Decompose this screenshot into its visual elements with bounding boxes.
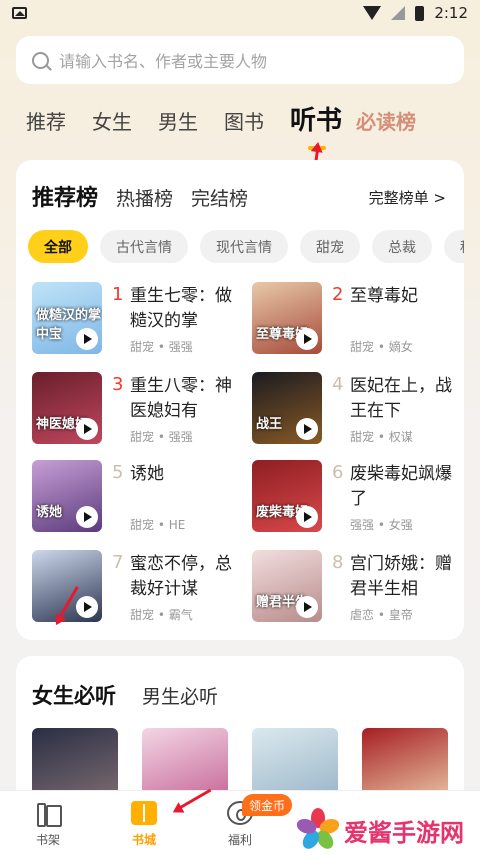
book-rank: 4 <box>332 374 344 395</box>
book-cover[interactable]: 神医媳妇 <box>32 372 102 444</box>
collect-coins-badge[interactable]: 领金币 <box>242 794 293 816</box>
book-cover-text: 战王 <box>256 417 283 432</box>
ranking-book-item[interactable]: 至尊毒妃 2 至尊毒妃甜宠 • 嫡女 <box>252 282 462 356</box>
book-tags: 甜宠 • 强强 <box>130 430 193 444</box>
play-icon[interactable] <box>296 328 318 350</box>
nav-bookshelf-label: 书架 <box>35 833 60 847</box>
search-bar[interactable]: 请输入书名、作者或主要人物 <box>16 36 464 84</box>
book-cover[interactable]: 诱她 <box>32 460 102 532</box>
book-cover[interactable] <box>32 728 118 798</box>
book-cover[interactable]: 做糙汉的掌中宝 <box>32 282 102 354</box>
book-tags: 甜宠 • 嫡女 <box>350 340 413 354</box>
tab-male[interactable]: 男生 <box>158 106 198 135</box>
book-tags: 甜宠 • 强强 <box>130 340 193 354</box>
pinwheel-logo-icon <box>294 808 342 852</box>
tab-hot-rank[interactable]: 热播榜 <box>116 184 173 211</box>
book-rank: 2 <box>332 284 344 305</box>
watermark: 爱酱手游网 <box>294 808 480 852</box>
book-cover[interactable] <box>32 550 102 622</box>
tab-finished-rank[interactable]: 完结榜 <box>191 184 248 211</box>
play-icon[interactable] <box>296 596 318 618</box>
play-icon[interactable] <box>76 506 98 528</box>
battery-icon <box>415 5 425 21</box>
nav-bookshelf[interactable]: 书架 <box>18 801 78 848</box>
signal-icon <box>391 6 406 20</box>
tab-audiobook[interactable]: 听书 <box>290 100 342 137</box>
ranking-book-item[interactable]: 赠君半生 8 宫门娇娥：赠君半生相虐恋 • 皇帝 <box>252 550 462 624</box>
book-title: 重生七零：做糙汉的掌 <box>130 286 232 331</box>
status-time: 2:12 <box>434 4 468 22</box>
tab-female[interactable]: 女生 <box>92 106 132 135</box>
nav-bookstore-label: 书城 <box>131 833 156 847</box>
ranking-book-item[interactable]: 诱她 5 诱她甜宠 • HE <box>32 460 242 534</box>
ranking-book-item[interactable]: 废柴毒妃 6 废柴毒妃飒爆了强强 • 女强 <box>252 460 462 534</box>
book-rank: 6 <box>332 462 344 483</box>
book-cover[interactable] <box>362 728 448 798</box>
book-cover[interactable]: 战王 <box>252 372 322 444</box>
book-cover[interactable]: 至尊毒妃 <box>252 282 322 354</box>
book-title: 废柴毒妃飒爆了 <box>350 464 452 509</box>
book-tags: 甜宠 • 权谋 <box>350 430 413 444</box>
chip-modern-romance[interactable]: 现代言情 <box>200 230 288 263</box>
chip-all[interactable]: 全部 <box>28 230 88 263</box>
book-rank: 1 <box>112 284 124 305</box>
book-cover[interactable]: 废柴毒妃 <box>252 460 322 532</box>
chip-ceo[interactable]: 总裁 <box>372 230 432 263</box>
book-cover[interactable] <box>142 728 228 798</box>
tab-female-must-listen[interactable]: 女生必听 <box>32 680 116 710</box>
play-icon[interactable] <box>76 596 98 618</box>
play-icon[interactable] <box>76 418 98 440</box>
book-title: 医妃在上，战王在下 <box>350 376 452 421</box>
ranking-book-item[interactable]: 神医媳妇 3 重生八零：神医媳妇有甜宠 • 强强 <box>32 372 242 446</box>
book-rank: 3 <box>112 374 124 395</box>
play-icon[interactable] <box>76 328 98 350</box>
chip-sweet[interactable]: 甜宠 <box>300 230 360 263</box>
book-rank: 7 <box>112 552 124 573</box>
book-tags: 甜宠 • HE <box>130 518 186 532</box>
book-title: 宫门娇娥：赠君半生相 <box>350 554 452 599</box>
search-icon <box>32 51 49 69</box>
book-title: 重生八零：神医媳妇有 <box>130 376 232 421</box>
watermark-text: 爱酱手游网 <box>344 818 464 847</box>
book-tags: 甜宠 • 霸气 <box>130 608 193 622</box>
chip-farming[interactable]: 种田 <box>444 230 464 263</box>
book-cover[interactable]: 赠君半生 <box>252 550 322 622</box>
ranking-card: 推荐榜 热播榜 完结榜 完整榜单 > 全部 古代言情 现代言情 甜宠 总裁 种田… <box>16 160 464 640</box>
tab-must-read[interactable]: 必读榜 <box>356 106 416 135</box>
play-icon[interactable] <box>296 506 318 528</box>
full-ranking-link[interactable]: 完整榜单 > <box>369 187 446 208</box>
book-title: 诱她 <box>130 464 164 484</box>
ranking-book-item[interactable]: 战王 4 医妃在上，战王在下甜宠 • 权谋 <box>252 372 462 446</box>
play-icon[interactable] <box>296 418 318 440</box>
search-placeholder: 请输入书名、作者或主要人物 <box>59 52 268 71</box>
book-cover-text: 诱她 <box>36 505 63 520</box>
ranking-book-item[interactable]: 做糙汉的掌中宝 1 重生七零：做糙汉的掌甜宠 • 强强 <box>32 282 242 356</box>
nav-welfare-label: 福利 <box>227 833 252 847</box>
book-tags: 虐恋 • 皇帝 <box>350 608 413 622</box>
tab-recommend-rank[interactable]: 推荐榜 <box>32 180 98 212</box>
book-tags: 强强 • 女强 <box>350 518 413 532</box>
status-bar: 2:12 <box>0 0 480 28</box>
tab-books[interactable]: 图书 <box>224 106 264 135</box>
image-notification-icon <box>12 7 27 19</box>
channel-tabs: 推荐 女生 男生 图书 听书 必读榜 <box>26 100 416 144</box>
book-rank: 5 <box>112 462 124 483</box>
wifi-icon <box>363 6 382 20</box>
chip-ancient-romance[interactable]: 古代言情 <box>100 230 188 263</box>
category-chips: 全部 古代言情 现代言情 甜宠 总裁 种田 <box>28 230 464 264</box>
book-rank: 8 <box>332 552 344 573</box>
book-title: 蜜恋不停，总裁好计谋 <box>130 554 232 599</box>
book-title: 至尊毒妃 <box>350 286 418 306</box>
nav-bookstore[interactable]: 书城 <box>114 801 174 848</box>
tab-male-must-listen[interactable]: 男生必听 <box>142 682 218 709</box>
bookstore-icon <box>131 801 157 825</box>
book-cover[interactable] <box>252 728 338 798</box>
bookshelf-icon <box>35 801 62 827</box>
tab-recommend[interactable]: 推荐 <box>26 106 66 135</box>
